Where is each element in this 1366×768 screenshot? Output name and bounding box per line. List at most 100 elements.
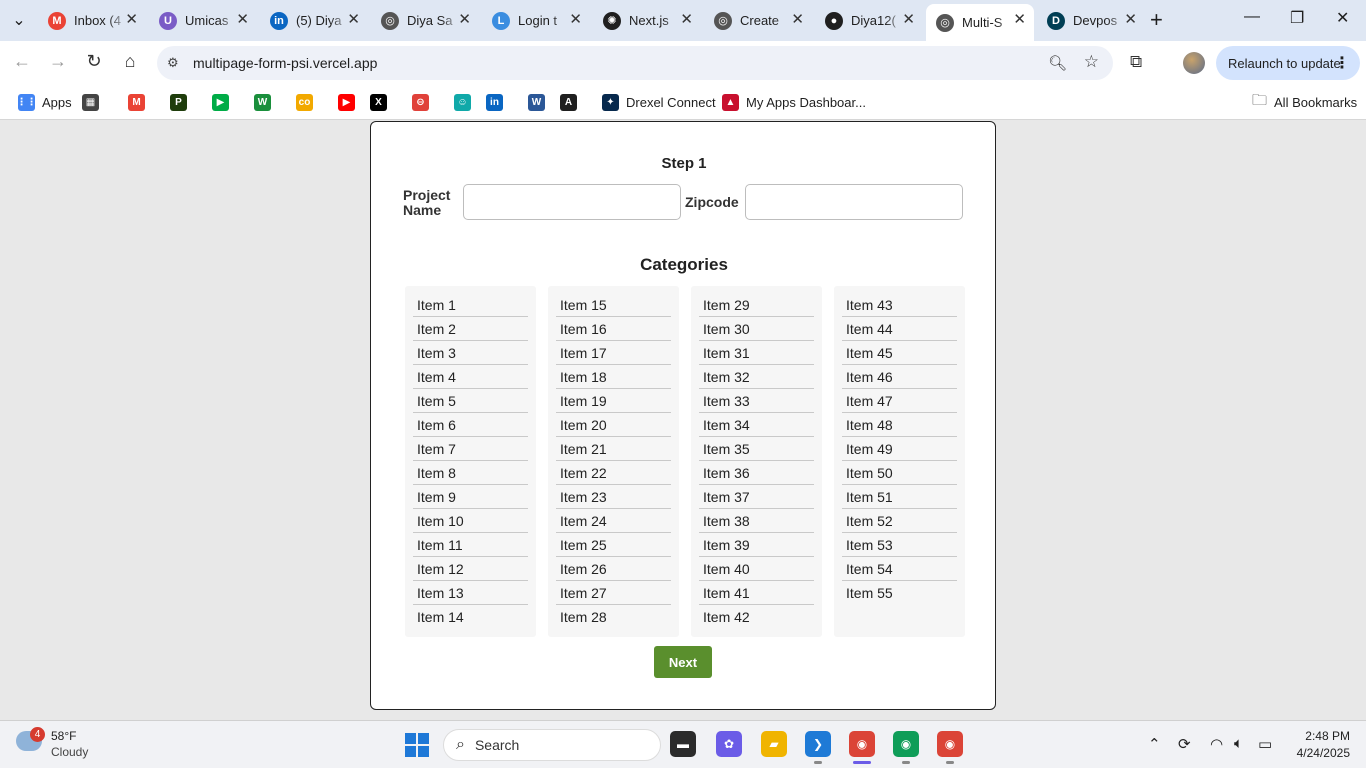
category-item[interactable]: Item 4 xyxy=(413,365,528,389)
category-item[interactable]: Item 2 xyxy=(413,317,528,341)
category-item[interactable]: Item 32 xyxy=(699,365,814,389)
home-icon[interactable]: ⌂ xyxy=(118,51,142,72)
category-item[interactable]: Item 11 xyxy=(413,533,528,557)
category-item[interactable]: Item 13 xyxy=(413,581,528,605)
category-item[interactable]: Item 35 xyxy=(699,437,814,461)
bookmark-item[interactable]: W xyxy=(254,92,271,112)
category-item[interactable]: Item 14 xyxy=(413,605,528,629)
category-item[interactable]: Item 34 xyxy=(699,413,814,437)
category-item[interactable]: Item 26 xyxy=(556,557,671,581)
reload-icon[interactable]: ↻ xyxy=(82,51,106,72)
tab-close-icon[interactable]: ✕ xyxy=(458,12,471,28)
tab-search-chevron-icon[interactable]: ⌄ xyxy=(6,8,32,32)
tab-close-icon[interactable]: ✕ xyxy=(791,12,804,28)
url-text[interactable]: multipage-form-psi.vercel.app xyxy=(193,55,377,71)
category-item[interactable]: Item 7 xyxy=(413,437,528,461)
bookmark-item[interactable]: ⋮⋮ Apps xyxy=(17,92,72,112)
chrome-profile-c-icon[interactable]: ◉ xyxy=(937,731,963,757)
all-bookmarks-button[interactable]: 🗀 All Bookmarks xyxy=(1252,92,1357,112)
browser-tab[interactable]: D Devpos ✕ xyxy=(1037,4,1145,37)
bookmark-item[interactable]: ▲ My Apps Dashboar... xyxy=(722,92,866,112)
show-hidden-icons-chevron-icon[interactable]: ⌃ xyxy=(1148,735,1161,753)
category-item[interactable]: Item 31 xyxy=(699,341,814,365)
browser-tab[interactable]: ◎ Create ✕ xyxy=(704,4,812,37)
bookmark-item[interactable]: ▦ xyxy=(82,92,99,112)
taskbar-search-box[interactable]: ⌕ Search xyxy=(443,729,661,761)
more-menu-icon[interactable]: ⋮ xyxy=(1334,53,1350,73)
tab-close-icon[interactable]: ✕ xyxy=(1013,12,1026,28)
category-item[interactable]: Item 20 xyxy=(556,413,671,437)
relaunch-to-update-button[interactable]: Relaunch to update ⋮ xyxy=(1216,46,1360,80)
bookmark-item[interactable]: ▶ xyxy=(212,92,229,112)
bookmark-item[interactable]: ✦ Drexel Connect xyxy=(602,92,716,112)
category-item[interactable]: Item 6 xyxy=(413,413,528,437)
browser-tab[interactable]: M Inbox (4 ✕ xyxy=(38,4,146,37)
browser-tab[interactable]: ◎ Multi-S ✕ xyxy=(926,4,1034,41)
category-item[interactable]: Item 37 xyxy=(699,485,814,509)
vscode-icon[interactable]: ❯ xyxy=(805,731,831,757)
file-explorer-icon[interactable]: ▰ xyxy=(761,731,787,757)
category-item[interactable]: Item 5 xyxy=(413,389,528,413)
volume-icon[interactable]: 🔈︎ xyxy=(1234,735,1243,752)
category-item[interactable]: Item 36 xyxy=(699,461,814,485)
browser-tab[interactable]: U Umicas ✕ xyxy=(149,4,257,37)
wifi-icon[interactable]: ◠ xyxy=(1210,735,1223,753)
category-item[interactable]: Item 16 xyxy=(556,317,671,341)
bookmark-item[interactable]: W xyxy=(528,92,545,112)
category-item[interactable]: Item 51 xyxy=(842,485,957,509)
category-item[interactable]: Item 43 xyxy=(842,293,957,317)
bookmark-item[interactable]: A xyxy=(560,92,577,112)
category-item[interactable]: Item 47 xyxy=(842,389,957,413)
restore-icon[interactable]: ❐ xyxy=(1290,8,1304,28)
category-item[interactable]: Item 27 xyxy=(556,581,671,605)
copilot-app-icon[interactable]: ✿ xyxy=(716,731,742,757)
minimize-icon[interactable]: — xyxy=(1244,8,1260,26)
tab-close-icon[interactable]: ✕ xyxy=(902,12,915,28)
next-button[interactable]: Next xyxy=(654,646,712,678)
site-info-icon[interactable]: ⚙ xyxy=(167,55,185,71)
category-item[interactable]: Item 30 xyxy=(699,317,814,341)
bookmark-item[interactable]: in xyxy=(486,92,503,112)
category-item[interactable]: Item 25 xyxy=(556,533,671,557)
browser-tab[interactable]: L Login t ✕ xyxy=(482,4,590,37)
category-item[interactable]: Item 8 xyxy=(413,461,528,485)
windows-start-icon[interactable] xyxy=(405,733,429,757)
category-item[interactable]: Item 15 xyxy=(556,293,671,317)
category-item[interactable]: Item 44 xyxy=(842,317,957,341)
tab-close-icon[interactable]: ✕ xyxy=(347,12,360,28)
new-tab-button[interactable]: + xyxy=(1150,8,1163,32)
chrome-icon[interactable]: ◉ xyxy=(849,731,875,757)
category-item[interactable]: Item 21 xyxy=(556,437,671,461)
zoom-icon[interactable]: 🔍︎ xyxy=(1048,54,1067,72)
tab-close-icon[interactable]: ✕ xyxy=(236,12,249,28)
back-arrow-icon[interactable]: ← xyxy=(10,51,34,72)
category-item[interactable]: Item 50 xyxy=(842,461,957,485)
category-item[interactable]: Item 39 xyxy=(699,533,814,557)
category-item[interactable]: Item 46 xyxy=(842,365,957,389)
category-item[interactable]: Item 53 xyxy=(842,533,957,557)
extensions-puzzle-icon[interactable]: ⧉ xyxy=(1130,52,1142,72)
weather-temperature[interactable]: 58°F xyxy=(51,729,76,743)
bookmark-item[interactable]: ▶ xyxy=(338,92,355,112)
clock-time[interactable]: 2:48 PM xyxy=(1290,729,1350,743)
category-item[interactable]: Item 24 xyxy=(556,509,671,533)
category-item[interactable]: Item 41 xyxy=(699,581,814,605)
chrome-profile-d-icon[interactable]: ◉ xyxy=(893,731,919,757)
category-item[interactable]: Item 28 xyxy=(556,605,671,629)
bookmark-item[interactable]: ☺ xyxy=(454,92,471,112)
bookmark-item[interactable]: ⊖ xyxy=(412,92,429,112)
tab-close-icon[interactable]: ✕ xyxy=(1124,12,1137,28)
category-item[interactable]: Item 40 xyxy=(699,557,814,581)
category-item[interactable]: Item 19 xyxy=(556,389,671,413)
category-item[interactable]: Item 3 xyxy=(413,341,528,365)
forward-arrow-icon[interactable]: → xyxy=(46,51,70,72)
zipcode-input[interactable] xyxy=(745,184,963,220)
category-item[interactable]: Item 45 xyxy=(842,341,957,365)
category-item[interactable]: Item 55 xyxy=(842,581,957,605)
category-item[interactable]: Item 12 xyxy=(413,557,528,581)
browser-tab[interactable]: ● Diya12(✕ xyxy=(815,4,923,37)
category-item[interactable]: Item 38 xyxy=(699,509,814,533)
clock-date[interactable]: 4/24/2025 xyxy=(1280,746,1350,760)
category-item[interactable]: Item 54 xyxy=(842,557,957,581)
category-item[interactable]: Item 33 xyxy=(699,389,814,413)
